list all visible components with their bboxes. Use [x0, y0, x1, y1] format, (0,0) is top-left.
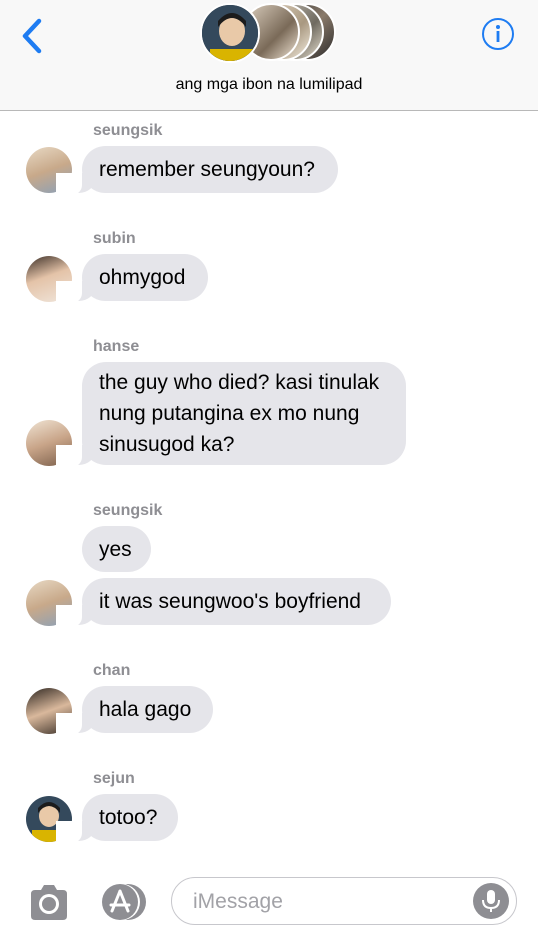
message-line: nung putangina ex mo nung	[99, 402, 360, 425]
message-text: yes	[99, 537, 132, 561]
message-line: the guy who died? kasi tinulak	[99, 371, 380, 394]
message-text: it was seungwoo's boyfriend	[99, 590, 361, 613]
group-avatar-stack[interactable]	[200, 3, 340, 65]
info-icon[interactable]	[481, 17, 515, 51]
message-bubble[interactable]: yes	[82, 526, 151, 572]
sender-name: hanse	[93, 338, 140, 355]
message-bubble[interactable]: it was seungwoo's boyfriend	[56, 578, 391, 627]
message-input-placeholder: iMessage	[193, 890, 283, 913]
sender-name: chan	[93, 662, 131, 679]
sender-name: seungsik	[93, 502, 163, 519]
avatar	[200, 3, 260, 63]
message-text: hala gago	[99, 698, 192, 721]
message-text: ohmygod	[99, 266, 186, 289]
message-bubble[interactable]: hala gago	[56, 686, 213, 735]
message-bubble[interactable]: totoo?	[56, 794, 178, 843]
group-title[interactable]: ang mga ibon na lumilipad	[0, 76, 538, 94]
camera-icon[interactable]	[27, 882, 71, 922]
message-text: totoo?	[99, 806, 158, 829]
sender-name: sejun	[93, 770, 135, 787]
app-store-icon[interactable]	[98, 882, 148, 922]
message-input[interactable]: iMessage	[171, 877, 517, 925]
back-chevron-icon[interactable]	[18, 16, 48, 56]
message-text: remember seungyoun?	[99, 158, 315, 181]
message-bubble[interactable]: the guy who died? kasi tinulak nung puta…	[56, 362, 406, 467]
sender-name: seungsik	[93, 122, 163, 139]
message-bubble[interactable]: remember seungyoun?	[56, 146, 338, 195]
message-line: sinusugod ka?	[99, 433, 235, 456]
conversation-header: ang mga ibon na lumilipad	[0, 0, 538, 111]
message-bubble[interactable]: ohmygod	[56, 254, 208, 303]
microphone-icon[interactable]	[473, 883, 509, 919]
sender-name: subin	[93, 230, 136, 247]
